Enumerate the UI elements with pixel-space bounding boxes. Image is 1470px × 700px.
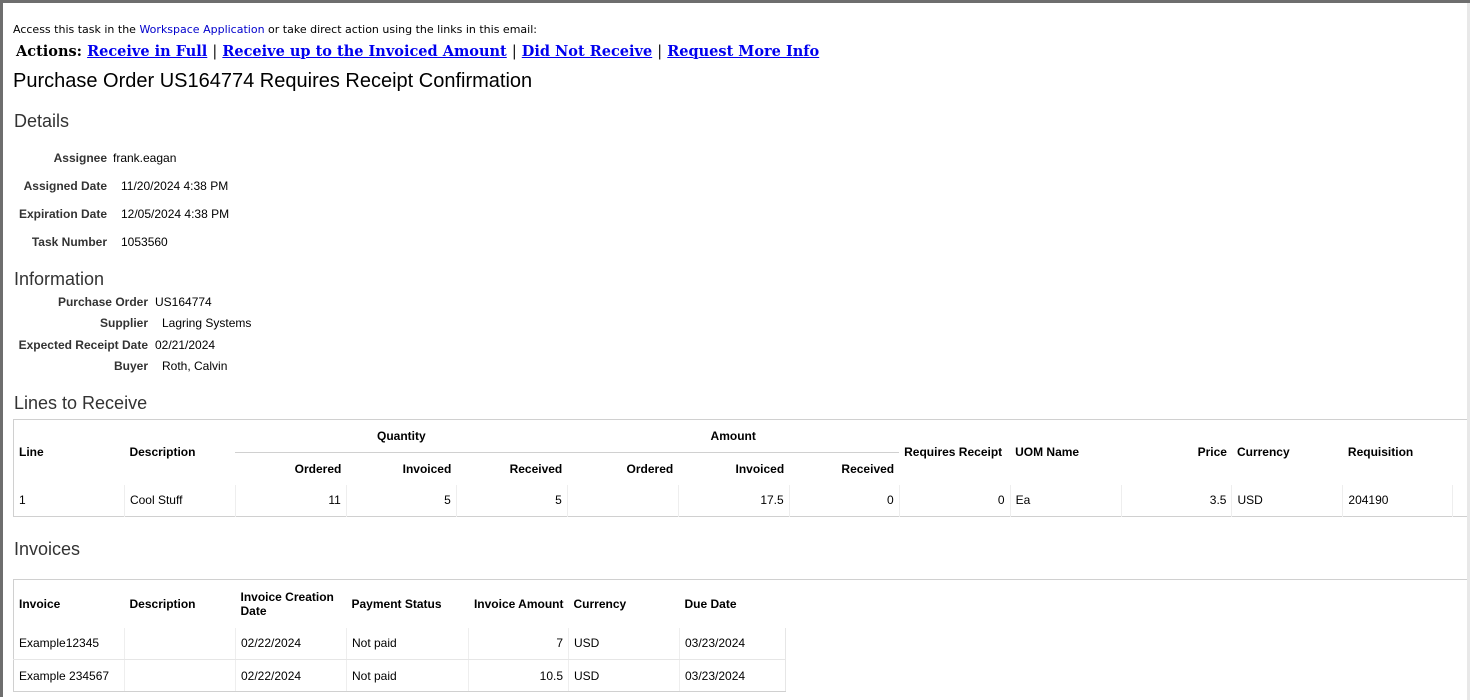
line-number: 1 bbox=[14, 485, 125, 517]
purchase-order-label: Purchase Order bbox=[13, 295, 148, 309]
col-invoice-amount: Invoice Amount bbox=[469, 580, 569, 628]
buyer-label: Buyer bbox=[13, 359, 148, 373]
assignee-value: frank.eagan bbox=[113, 151, 176, 165]
col-line: Line bbox=[14, 420, 125, 485]
lines-heading: Lines to Receive bbox=[14, 393, 147, 414]
col-quantity-invoiced: Invoiced bbox=[346, 453, 456, 485]
col-uom-name: UOM Name bbox=[1010, 420, 1121, 485]
col-quantity-ordered: Ordered bbox=[235, 453, 346, 485]
invoice-spacer bbox=[786, 628, 1470, 660]
invoice-amount: 10.5 bbox=[469, 660, 569, 692]
line-amount-ordered bbox=[567, 485, 678, 517]
col-invoice-currency: Currency bbox=[569, 580, 680, 628]
invoice-payment-status: Not paid bbox=[347, 628, 469, 660]
task-number-value: 1053560 bbox=[121, 235, 168, 249]
access-suffix: or take direct action using the links in… bbox=[268, 23, 537, 36]
receive-in-full-link[interactable]: Receive in Full bbox=[87, 43, 207, 60]
col-requisition: Requisition bbox=[1343, 420, 1453, 485]
action-separator: | bbox=[212, 44, 217, 60]
invoice-creation-date: 02/22/2024 bbox=[236, 660, 347, 692]
supplier-value: Lagring Systems bbox=[162, 316, 251, 330]
expiration-date-value: 12/05/2024 4:38 PM bbox=[121, 207, 229, 221]
assignee-label: Assignee bbox=[13, 151, 107, 165]
workspace-application-link[interactable]: Workspace Application bbox=[139, 23, 264, 36]
information-heading: Information bbox=[14, 269, 104, 290]
page-title: Purchase Order US164774 Requires Receipt… bbox=[13, 70, 532, 93]
buyer-value: Roth, Calvin bbox=[162, 359, 227, 373]
action-separator: | bbox=[512, 44, 517, 60]
assigned-date-value: 11/20/2024 4:38 PM bbox=[121, 179, 228, 193]
col-invoice-spacer bbox=[786, 580, 1470, 628]
assigned-date-label: Assigned Date bbox=[13, 179, 107, 193]
invoices-heading: Invoices bbox=[14, 539, 80, 560]
request-more-info-link[interactable]: Request More Info bbox=[667, 43, 819, 60]
table-row: 1 Cool Stuff 11 5 5 17.5 0 0 Ea 3.5 USD … bbox=[14, 485, 1470, 517]
line-currency: USD bbox=[1232, 485, 1343, 517]
col-invoice-creation-date: Invoice Creation Date bbox=[236, 580, 347, 628]
action-separator: | bbox=[657, 44, 662, 60]
actions-label: Actions: bbox=[16, 43, 82, 60]
actions-bar: Actions: Receive in Full | Receive up to… bbox=[16, 43, 819, 60]
invoice-description bbox=[125, 660, 236, 692]
line-requires-receipt: 0 bbox=[899, 485, 1010, 517]
col-price: Price bbox=[1121, 420, 1232, 485]
col-group-quantity: Quantity bbox=[235, 420, 567, 453]
invoice-number: Example12345 bbox=[14, 628, 125, 660]
col-invoice: Invoice bbox=[14, 580, 125, 628]
purchase-order-value: US164774 bbox=[155, 295, 212, 309]
line-uom-name: Ea bbox=[1010, 485, 1121, 517]
supplier-label: Supplier bbox=[13, 316, 148, 330]
lines-table: Line Description Quantity Amount Require… bbox=[13, 419, 1470, 517]
col-amount-received: Received bbox=[789, 453, 899, 485]
line-amount-invoiced: 17.5 bbox=[678, 485, 789, 517]
col-currency: Currency bbox=[1232, 420, 1343, 485]
invoice-creation-date: 02/22/2024 bbox=[236, 628, 347, 660]
col-amount-ordered: Ordered bbox=[567, 453, 678, 485]
line-quantity-invoiced: 5 bbox=[346, 485, 456, 517]
col-invoice-description: Description bbox=[125, 580, 236, 628]
invoice-description bbox=[125, 628, 236, 660]
receive-up-to-invoiced-link[interactable]: Receive up to the Invoiced Amount bbox=[222, 43, 506, 60]
expiration-date-label: Expiration Date bbox=[13, 207, 107, 221]
expected-receipt-date-value: 02/21/2024 bbox=[155, 338, 215, 352]
table-row: Example 234567 02/22/2024 Not paid 10.5 … bbox=[14, 660, 1470, 692]
line-description: Cool Stuff bbox=[124, 485, 235, 517]
invoice-number: Example 234567 bbox=[14, 660, 125, 692]
invoice-currency: USD bbox=[569, 628, 680, 660]
invoice-payment-status: Not paid bbox=[347, 660, 469, 692]
expected-receipt-date-label: Expected Receipt Date bbox=[13, 338, 148, 352]
col-description: Description bbox=[124, 420, 235, 485]
invoice-currency: USD bbox=[569, 660, 680, 692]
col-amount-invoiced: Invoiced bbox=[678, 453, 789, 485]
access-prefix: Access this task in the bbox=[13, 23, 136, 36]
invoice-amount: 7 bbox=[469, 628, 569, 660]
line-requisition: 204190 bbox=[1343, 485, 1453, 517]
access-line: Access this task in the Workspace Applic… bbox=[13, 23, 537, 36]
line-quantity-received: 5 bbox=[456, 485, 567, 517]
did-not-receive-link[interactable]: Did Not Receive bbox=[522, 43, 652, 60]
line-quantity-ordered: 11 bbox=[235, 485, 346, 517]
invoice-due-date: 03/23/2024 bbox=[680, 660, 786, 692]
col-payment-status: Payment Status bbox=[347, 580, 469, 628]
line-price: 3.5 bbox=[1121, 485, 1232, 517]
line-amount-received: 0 bbox=[789, 485, 899, 517]
task-number-label: Task Number bbox=[13, 235, 107, 249]
col-due-date: Due Date bbox=[680, 580, 786, 628]
invoices-table: Invoice Description Invoice Creation Dat… bbox=[13, 579, 1470, 692]
invoice-spacer bbox=[786, 660, 1470, 692]
details-heading: Details bbox=[14, 111, 69, 132]
table-row: Example12345 02/22/2024 Not paid 7 USD 0… bbox=[14, 628, 1470, 660]
col-group-amount: Amount bbox=[567, 420, 899, 453]
col-quantity-received: Received bbox=[456, 453, 567, 485]
invoice-due-date: 03/23/2024 bbox=[680, 628, 786, 660]
col-requires-receipt: Requires Receipt bbox=[899, 420, 1010, 485]
